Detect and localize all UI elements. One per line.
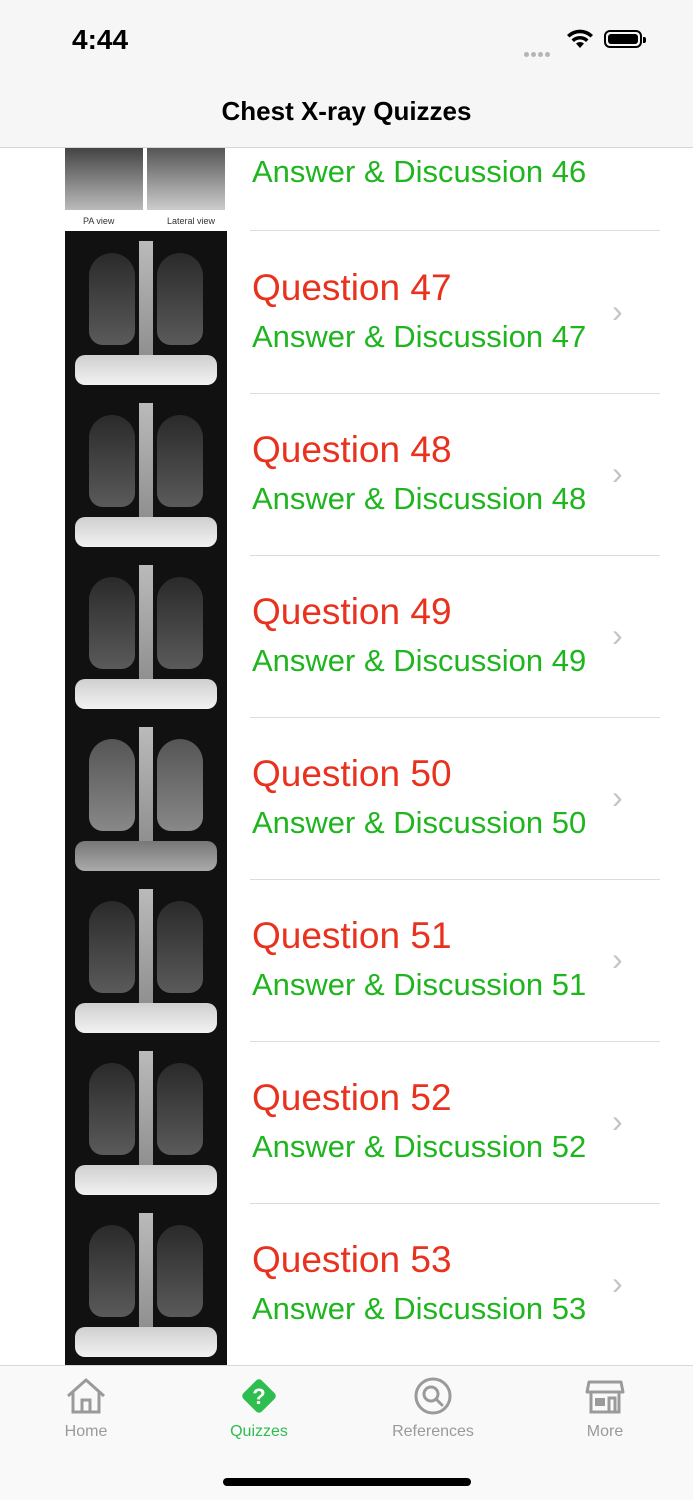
tab-label: More xyxy=(586,1423,624,1440)
answer-link[interactable]: Answer & Discussion 49 xyxy=(252,643,586,679)
search-icon xyxy=(414,1377,452,1415)
xray-thumbnail xyxy=(65,879,227,1041)
tab-references[interactable]: References xyxy=(373,1366,493,1456)
question-link[interactable]: Question 51 xyxy=(252,915,452,957)
list-item[interactable]: Question 50 Answer & Discussion 50 › xyxy=(0,717,693,880)
xray-thumbnail xyxy=(65,555,227,717)
status-bar: 4:44 xyxy=(0,0,693,80)
list-item[interactable]: Question 47 Answer & Discussion 47 › xyxy=(0,231,693,394)
list-item[interactable]: Question 52 Answer & Discussion 52 › xyxy=(0,1041,693,1204)
tab-quizzes[interactable]: ? Quizzes xyxy=(199,1366,319,1456)
store-icon xyxy=(585,1380,625,1414)
navigation-bar: Chest X-ray Quizzes xyxy=(0,80,693,148)
page-title: Chest X-ray Quizzes xyxy=(221,96,472,126)
answer-link[interactable]: Answer & Discussion 50 xyxy=(252,805,586,841)
house-icon xyxy=(67,1378,105,1414)
question-link[interactable]: Question 47 xyxy=(252,267,452,309)
xray-pa-view xyxy=(65,148,143,210)
xray-thumbnail xyxy=(65,1041,227,1203)
signal-icon xyxy=(524,44,552,62)
tab-label: Quizzes xyxy=(230,1423,288,1440)
answer-link[interactable]: Answer & Discussion 48 xyxy=(252,481,586,517)
list-item-46[interactable]: PA view Lateral view Answer & Discussion… xyxy=(0,148,693,231)
list-item[interactable]: Question 48 Answer & Discussion 48 › xyxy=(0,393,693,556)
svg-text:?: ? xyxy=(252,1384,265,1409)
chevron-right-icon: › xyxy=(612,617,623,653)
question-link[interactable]: Question 49 xyxy=(252,591,452,633)
tab-label: Home xyxy=(64,1423,108,1440)
thumb-caption: PA view xyxy=(83,216,115,226)
chevron-right-icon: › xyxy=(612,148,623,157)
question-link[interactable]: Question 52 xyxy=(252,1077,452,1119)
answer-link[interactable]: Answer & Discussion 52 xyxy=(252,1129,586,1165)
answer-link[interactable]: Answer & Discussion 53 xyxy=(252,1291,586,1327)
question-diamond-icon: ? xyxy=(242,1379,276,1413)
chevron-right-icon: › xyxy=(612,293,623,329)
battery-icon xyxy=(604,30,646,48)
chevron-right-icon: › xyxy=(612,1103,623,1139)
xray-lateral-view xyxy=(147,148,225,210)
tab-more[interactable]: More xyxy=(545,1366,665,1456)
answer-link[interactable]: Answer & Discussion 47 xyxy=(252,319,586,355)
chevron-right-icon: › xyxy=(612,941,623,977)
list-item[interactable]: Question 49 Answer & Discussion 49 › xyxy=(0,555,693,718)
xray-thumbnail xyxy=(65,231,227,393)
chevron-right-icon: › xyxy=(612,779,623,815)
list-item[interactable]: Question 53 Answer & Discussion 53 › xyxy=(0,1203,693,1365)
xray-thumbnail xyxy=(65,393,227,555)
chevron-right-icon: › xyxy=(612,1265,623,1301)
xray-thumbnail xyxy=(65,717,227,879)
answer-link[interactable]: Answer & Discussion 51 xyxy=(252,967,586,1003)
home-indicator[interactable] xyxy=(223,1478,471,1486)
chevron-right-icon: › xyxy=(612,455,623,491)
question-link[interactable]: Question 48 xyxy=(252,429,452,471)
tab-home[interactable]: Home xyxy=(26,1366,146,1456)
question-link[interactable]: Question 53 xyxy=(252,1239,452,1281)
list-item[interactable]: Question 51 Answer & Discussion 51 › xyxy=(0,879,693,1042)
wifi-icon xyxy=(567,29,593,48)
status-time: 4:44 xyxy=(72,24,129,55)
quiz-list[interactable]: PA view Lateral view Answer & Discussion… xyxy=(0,148,693,1365)
xray-thumbnail: PA view Lateral view xyxy=(65,148,227,228)
xray-thumbnail xyxy=(65,1203,227,1365)
answer-link[interactable]: Answer & Discussion 46 xyxy=(252,154,586,190)
question-link[interactable]: Question 50 xyxy=(252,753,452,795)
tab-label: References xyxy=(392,1423,474,1440)
thumb-caption: Lateral view xyxy=(167,216,216,226)
